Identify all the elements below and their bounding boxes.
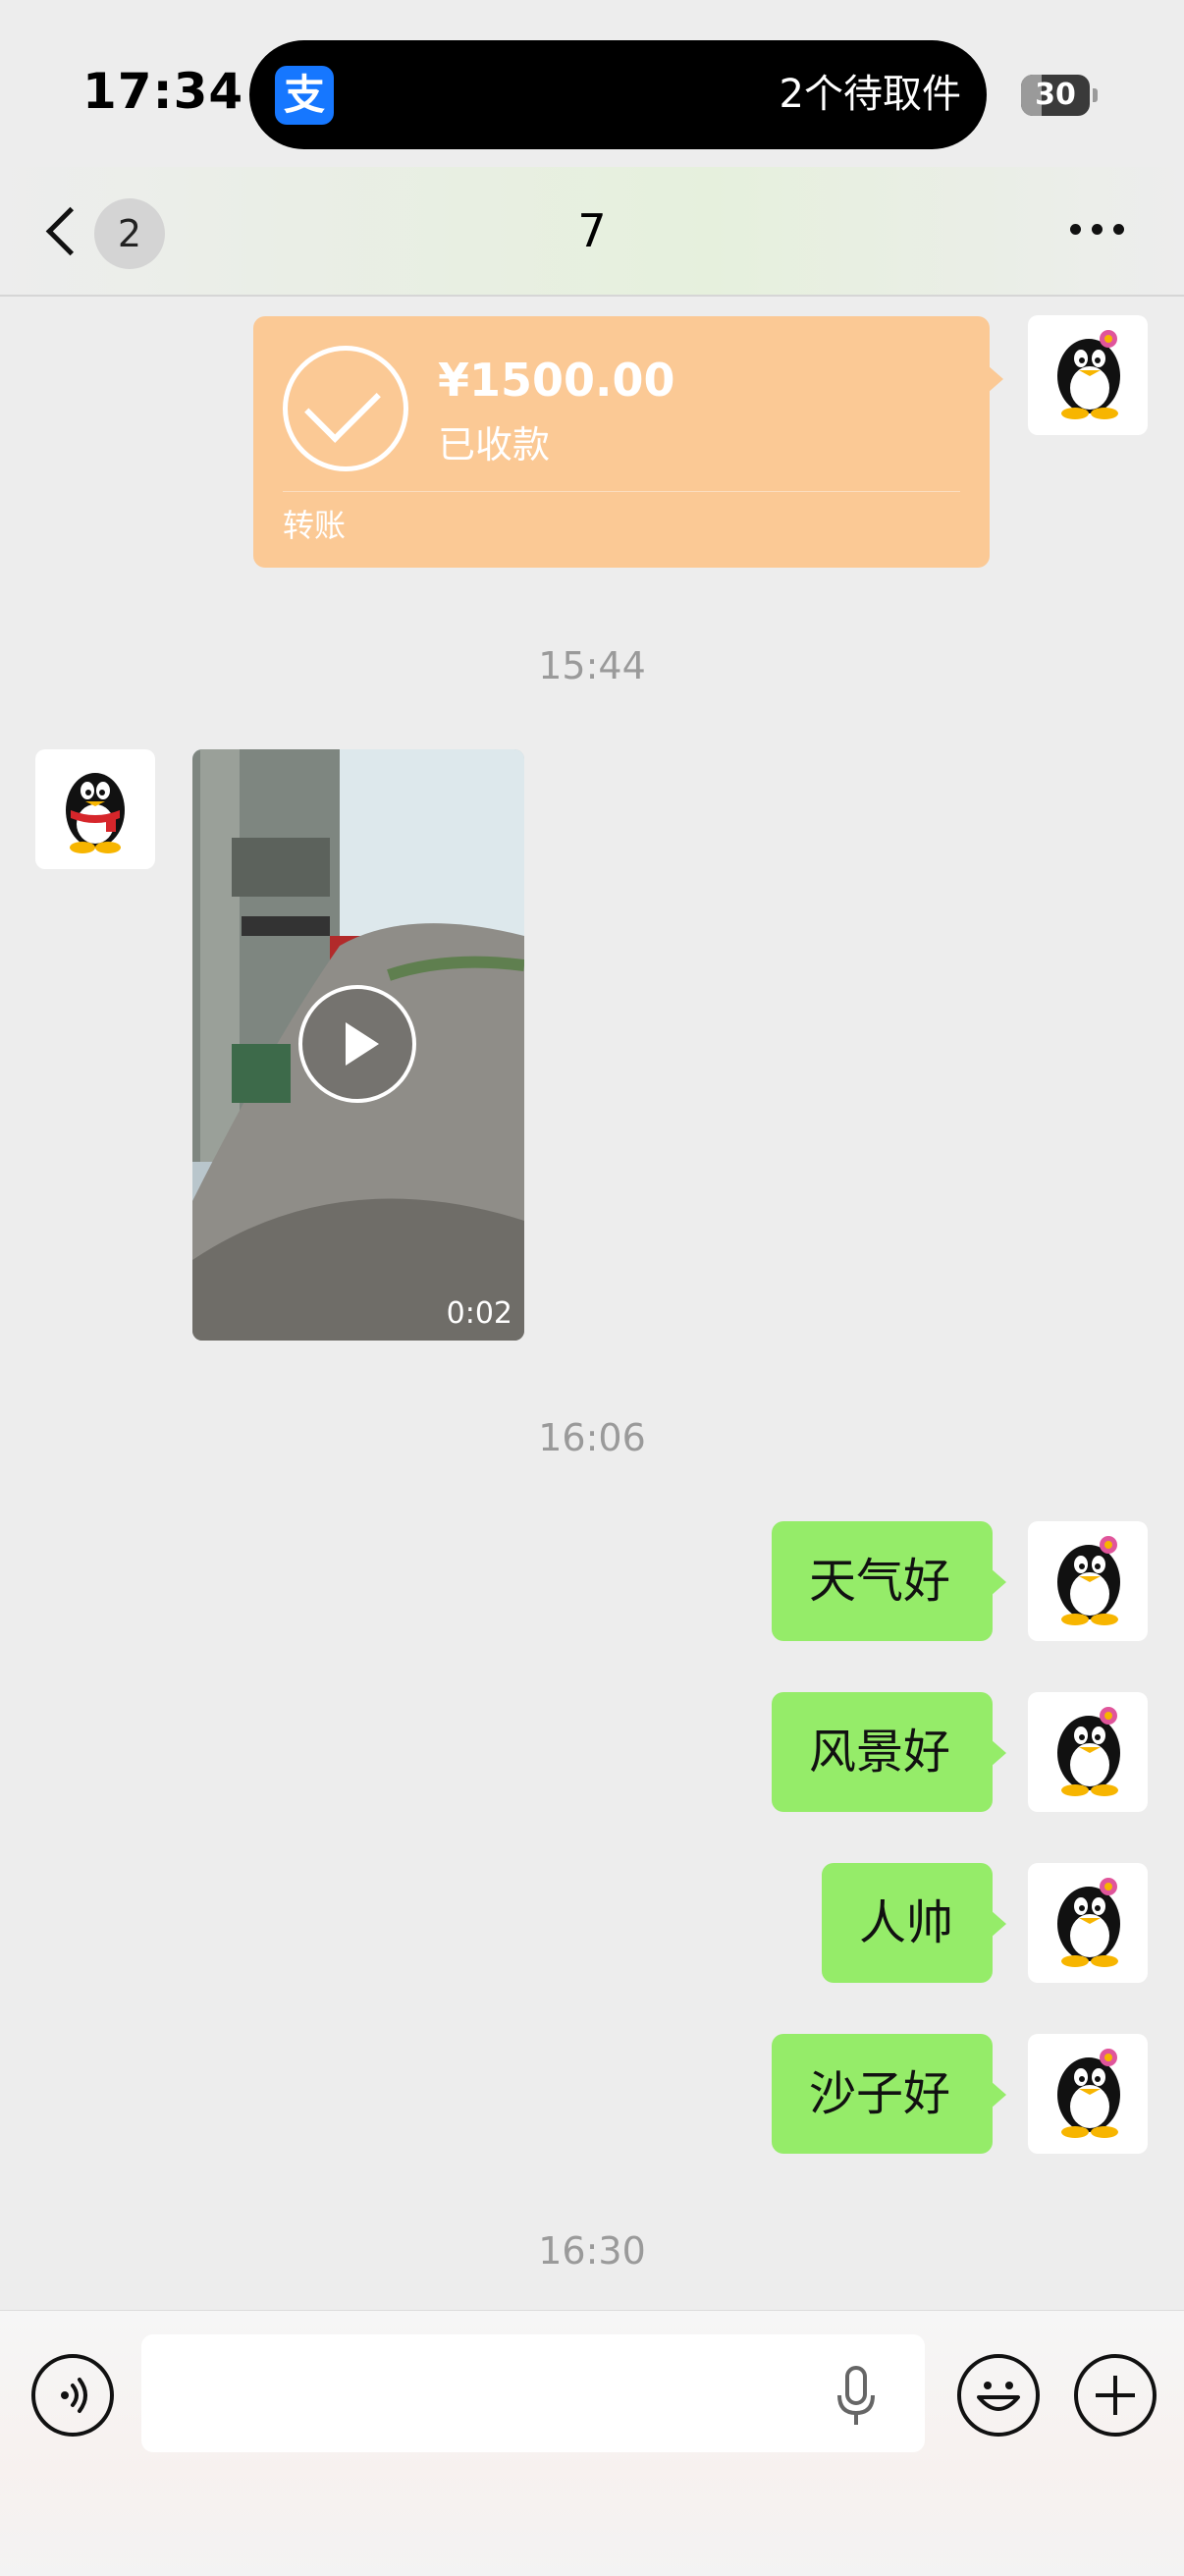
emoji-button[interactable]	[957, 2354, 1040, 2437]
plus-icon	[1096, 2376, 1135, 2415]
self-avatar[interactable]	[1028, 1521, 1148, 1641]
transfer-divider	[283, 491, 960, 492]
check-circle-icon	[283, 346, 408, 471]
more-dot-icon	[1092, 224, 1103, 235]
input-bar	[0, 2310, 1184, 2576]
voice-button[interactable]	[31, 2354, 114, 2437]
plus-button[interactable]	[1074, 2354, 1157, 2437]
self-avatar[interactable]	[1028, 1692, 1148, 1812]
battery-level: 30	[1035, 78, 1076, 112]
more-dot-icon	[1113, 224, 1124, 235]
penguin-avatar-icon	[1057, 1878, 1120, 1967]
battery-cap	[1093, 88, 1098, 102]
penguin-avatar-icon	[1057, 1707, 1120, 1796]
penguin-avatar-icon	[1057, 2049, 1120, 2138]
island-pickup-text: 2个待取件	[779, 72, 961, 117]
chat-title: 7	[577, 204, 607, 257]
message-bubble[interactable]: 人帅	[822, 1863, 1006, 1983]
video-duration: 0:02	[446, 1296, 512, 1331]
self-avatar[interactable]	[1028, 315, 1148, 435]
microphone-icon[interactable]	[836, 2366, 876, 2429]
self-avatar[interactable]	[1028, 1863, 1148, 1983]
dynamic-island[interactable]: 支 2个待取件	[249, 40, 987, 149]
message-bubble[interactable]: 天气好	[772, 1521, 1006, 1641]
timestamp: 16:06	[538, 1416, 646, 1459]
bubble-tail	[988, 365, 1003, 393]
timestamp: 16:30	[538, 2229, 646, 2273]
status-time: 17:34	[82, 63, 244, 120]
status-bar: 17:34 支 2个待取件 30	[0, 0, 1184, 167]
self-avatar[interactable]	[1028, 2034, 1148, 2154]
message-bubble[interactable]: 风景好	[772, 1692, 1006, 1812]
transfer-message[interactable]: ¥1500.00 已收款 转账	[253, 316, 1003, 568]
more-dot-icon	[1070, 224, 1081, 235]
transfer-status: 已收款	[438, 423, 551, 466]
alipay-icon: 支	[275, 66, 334, 125]
transfer-amount: ¥1500.00	[438, 354, 675, 407]
battery-icon: 30	[1021, 75, 1090, 116]
penguin-avatar-icon	[66, 773, 125, 853]
play-icon[interactable]	[298, 985, 416, 1103]
friend-avatar[interactable]	[35, 749, 155, 869]
penguin-avatar-icon	[1057, 1536, 1120, 1625]
video-message[interactable]: 0:02	[192, 749, 524, 1341]
transfer-label: 转账	[283, 507, 347, 544]
emoji-icon	[977, 2382, 1020, 2411]
penguin-avatar-icon	[1057, 330, 1120, 419]
message-bubble[interactable]: 沙子好	[772, 2034, 1006, 2154]
chat-header: 2 7	[0, 167, 1184, 297]
more-options-button[interactable]	[1070, 224, 1129, 240]
voice-icon	[61, 2378, 87, 2413]
message-input[interactable]	[141, 2334, 925, 2452]
timestamp: 15:44	[538, 644, 646, 687]
